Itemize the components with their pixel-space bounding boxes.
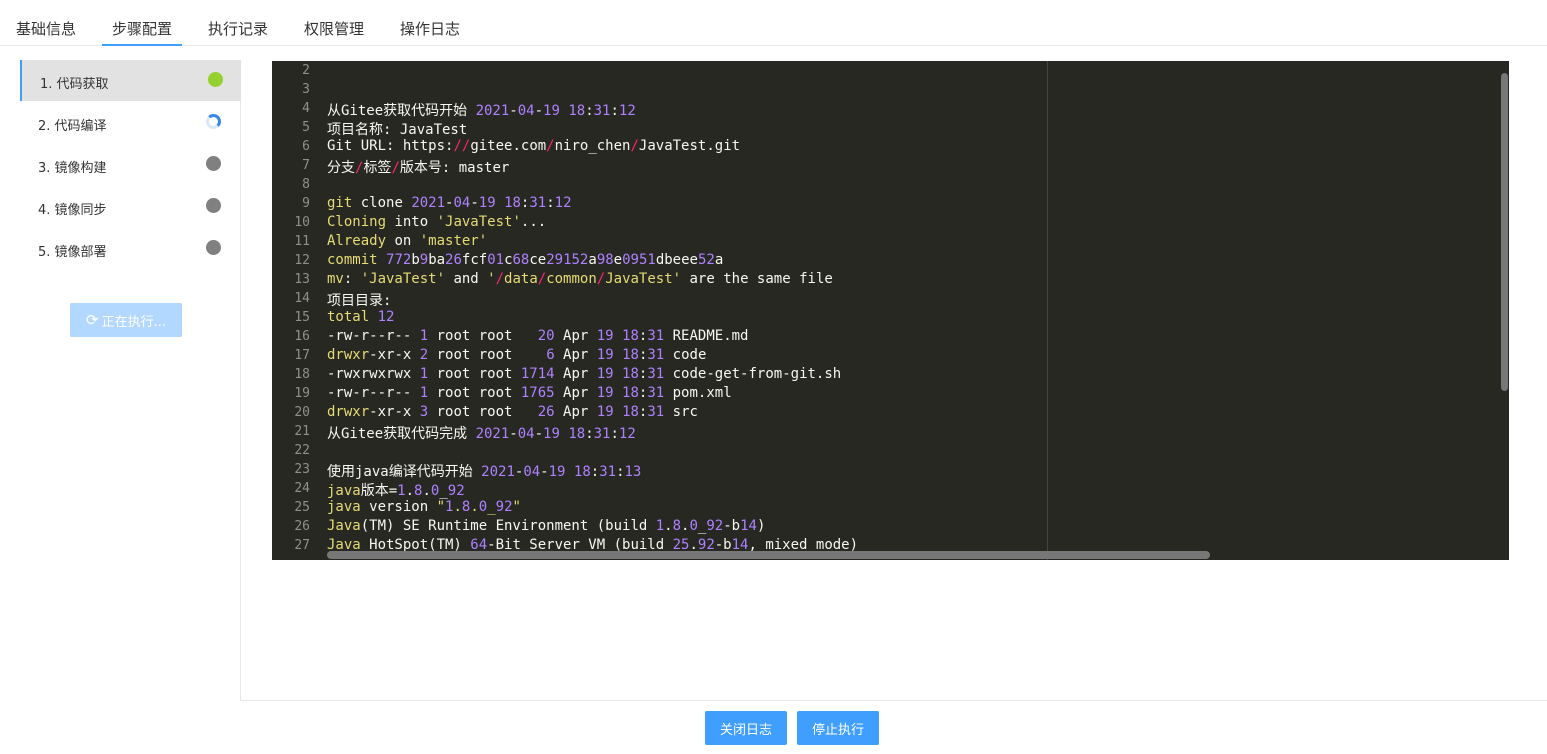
step-label: 4. 镜像同步 [38,203,107,218]
stop-exec-button[interactable]: 停止执行 [797,711,879,745]
line-number: 12 [294,253,310,268]
close-log-button[interactable]: 关闭日志 [705,711,787,745]
step-item-code-compile[interactable]: 2. 代码编译 [20,102,241,143]
line-number: 10 [294,215,310,230]
log-line: commit 772b9ba26fcf01c68ce29152a98e0951d… [327,252,724,268]
running-label: 正在执行... [101,314,166,330]
step-item-image-build[interactable]: 3. 镜像构建 [20,144,241,185]
line-number: 20 [294,405,310,420]
line-number: 5 [302,120,310,135]
horizontal-scrollbar[interactable] [327,551,1210,559]
step-label: 1. 代码获取 [40,77,109,92]
log-line: java版本=1.8.0_92 [327,483,465,499]
line-number: 23 [294,462,310,477]
log-line: 分支/标签/版本号: master [327,160,510,176]
log-line: Already on 'master' [327,233,488,249]
tab-bar: 基础信息 步骤配置 执行记录 权限管理 操作日志 [0,0,1547,46]
log-line: total 12 [327,309,395,325]
log-line: -rwxrwxrwx 1 root root 1714 Apr 19 18:31… [327,366,842,382]
step-item-code-fetch[interactable]: 1. 代码获取 [20,60,241,101]
line-number: 7 [302,158,310,173]
vertical-scrollbar[interactable] [1501,73,1508,391]
status-pending-icon [206,156,221,171]
log-line: git clone 2021-04-19 18:31:12 [327,195,572,211]
line-number: 25 [294,500,310,515]
status-loading-icon [206,114,221,129]
step-list: 1. 代码获取 2. 代码编译 3. 镜像构建 4. 镜像同步 5. 镜像部署 … [20,60,241,701]
step-label: 3. 镜像构建 [38,161,107,176]
print-margin [1047,61,1048,560]
status-pending-icon [206,198,221,213]
line-number: 19 [294,386,310,401]
line-number: 13 [294,272,310,287]
line-number: 16 [294,329,310,344]
step-item-image-deploy[interactable]: 5. 镜像部署 [20,228,241,269]
step-item-image-sync[interactable]: 4. 镜像同步 [20,186,241,227]
log-line: 项目目录: [327,293,392,309]
tab-basic-info[interactable]: 基础信息 [16,18,76,46]
tab-permissions[interactable]: 权限管理 [304,18,364,46]
line-number: 14 [294,291,310,306]
line-number: 24 [294,481,310,496]
line-number: 2 [302,63,310,78]
line-number: 8 [302,177,310,192]
line-number: 21 [294,424,310,439]
tab-step-config[interactable]: 步骤配置 [102,18,183,46]
line-number: 17 [294,348,310,363]
log-line: Git URL: https://gitee.com/niro_chen/Jav… [327,138,741,154]
line-number: 4 [302,101,310,116]
log-line: mv: 'JavaTest' and '/data/common/JavaTes… [327,271,833,287]
log-line: -rw-r--r-- 1 root root 1765 Apr 19 18:31… [327,385,732,401]
line-number: 18 [294,367,310,382]
log-line: java version "1.8.0_92" [327,499,521,515]
divider [241,700,1547,701]
log-line: drwxr-xr-x 3 root root 26 Apr 19 18:31 s… [327,404,698,420]
line-number: 26 [294,519,310,534]
step-label: 2. 代码编译 [38,119,107,134]
log-line: Cloning into 'JavaTest'... [327,214,547,230]
line-number: 15 [294,310,310,325]
line-number: 6 [302,139,310,154]
log-line: 使用java编译代码开始 2021-04-19 18:31:13 [327,464,642,480]
log-viewer[interactable]: 2 3 4 5 6 7 8 9 10 11 12 13 14 15 16 17 18 19 20 21 22 23 24 25… [272,61,1509,560]
status-success-icon [208,72,223,87]
line-number: 27 [294,538,310,553]
line-number: 9 [302,196,310,211]
log-line: 项目名称: JavaTest [327,122,468,138]
log-line: drwxr-xr-x 2 root root 6 Apr 19 18:31 co… [327,347,707,363]
tab-operation-log[interactable]: 操作日志 [400,18,460,46]
line-number: 22 [294,443,310,458]
line-number: 11 [294,234,310,249]
refresh-icon: ⟳ [86,311,99,329]
log-line: 从Gitee获取代码开始 2021-04-19 18:31:12 [327,103,636,119]
log-line: Java(TM) SE Runtime Environment (build 1… [327,518,766,534]
tab-exec-records[interactable]: 执行记录 [208,18,268,46]
line-number: 3 [302,82,310,97]
status-pending-icon [206,240,221,255]
step-label: 5. 镜像部署 [38,245,107,260]
running-button: ⟳ 正在执行... [70,303,182,337]
log-line: 从Gitee获取代码完成 2021-04-19 18:31:12 [327,426,636,442]
log-line: -rw-r--r-- 1 root root 20 Apr 19 18:31 R… [327,328,749,344]
